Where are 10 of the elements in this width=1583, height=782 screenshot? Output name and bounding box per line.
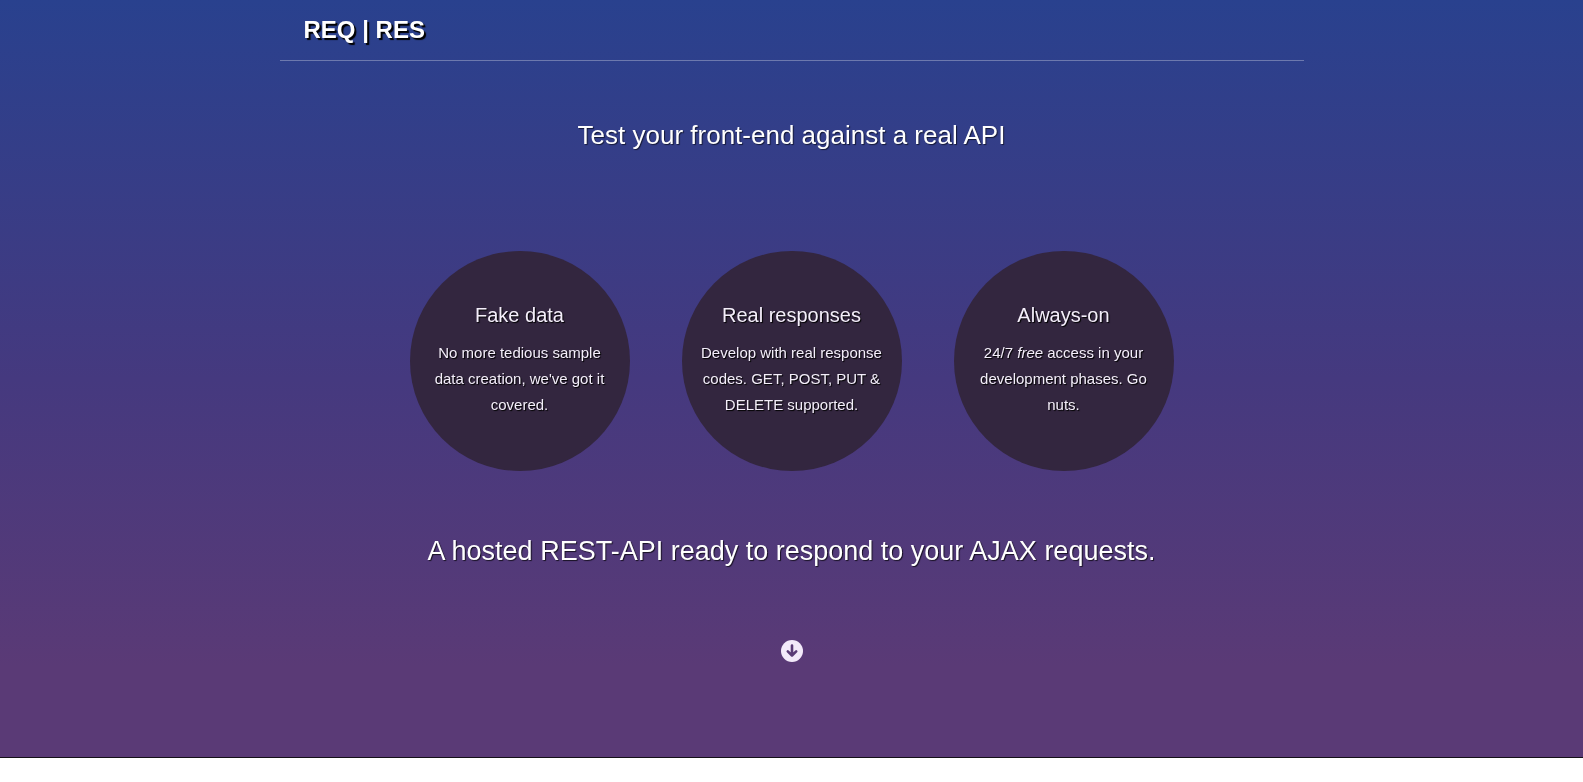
feature-text: No more tedious sample data creation, we've got it covered. — [433, 343, 606, 415]
subtitle: A hosted REST-API ready to respond to your AJAX requests. — [427, 535, 1156, 567]
feature-title: Real responses — [722, 303, 861, 328]
feature-title: Always-on — [1017, 303, 1110, 328]
feature-text: Develop with real response codes. GET, POST, PUT & DELETE supported. — [700, 343, 883, 415]
feature-text: 24/7 free access in your development phases. Go nuts. — [979, 343, 1148, 415]
site-logo[interactable]: REQ | RES — [303, 16, 425, 44]
tagline: Test your front-end against a real API — [577, 120, 1006, 150]
feature-title: Fake data — [475, 303, 564, 328]
scroll-down-icon[interactable] — [780, 640, 803, 662]
